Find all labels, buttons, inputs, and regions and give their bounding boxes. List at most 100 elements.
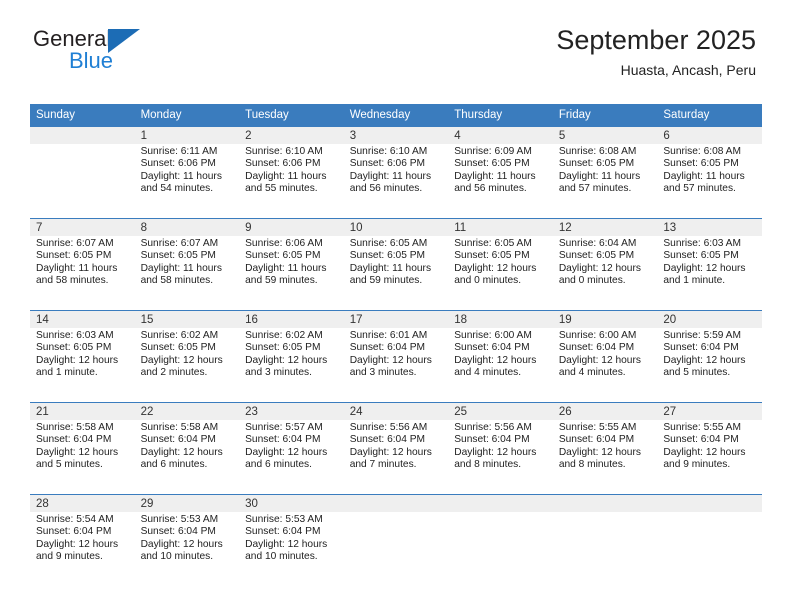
day-number[interactable]: 21 (30, 402, 135, 420)
day-cell[interactable]: Sunrise: 5:53 AM Sunset: 6:04 PM Dayligh… (134, 512, 240, 586)
daylight-text-line2: and 58 minutes. (36, 275, 109, 287)
daylight-text-line1: Daylight: 12 hours (245, 446, 328, 458)
day-cell[interactable]: Sunrise: 5:56 AM Sunset: 6:04 PM Dayligh… (343, 420, 449, 495)
day-number[interactable] (657, 494, 762, 512)
weekday-header-sunday: Sunday (30, 104, 135, 127)
day-number[interactable]: 22 (134, 402, 240, 420)
day-number[interactable] (30, 126, 135, 144)
day-number[interactable]: 27 (657, 402, 762, 420)
day-number[interactable]: 18 (448, 310, 553, 328)
daylight-text-line2: and 7 minutes. (349, 459, 417, 471)
day-number[interactable]: 10 (343, 218, 449, 236)
day-number[interactable]: 9 (239, 218, 344, 236)
day-number[interactable]: 1 (134, 126, 240, 144)
daylight-text-line2: and 4 minutes. (454, 367, 522, 379)
day-cell[interactable]: Sunrise: 6:05 AM Sunset: 6:05 PM Dayligh… (448, 236, 553, 311)
day-cell[interactable]: Sunrise: 5:54 AM Sunset: 6:04 PM Dayligh… (30, 512, 135, 586)
sunset-text: Sunset: 6:05 PM (245, 342, 321, 354)
day-cell[interactable]: Sunrise: 6:09 AM Sunset: 6:05 PM Dayligh… (448, 144, 553, 219)
day-number[interactable] (552, 494, 658, 512)
day-number[interactable]: 8 (134, 218, 240, 236)
day-number[interactable]: 15 (134, 310, 240, 328)
sunset-text: Sunset: 6:06 PM (245, 158, 321, 170)
sunset-text: Sunset: 6:05 PM (558, 250, 635, 262)
sunset-text: Sunset: 6:04 PM (36, 434, 112, 446)
day-cell[interactable]: Sunrise: 6:10 AM Sunset: 6:06 PM Dayligh… (343, 144, 449, 219)
day-number[interactable]: 5 (552, 126, 658, 144)
sunrise-text: Sunrise: 5:56 AM (349, 422, 428, 433)
day-cell[interactable]: Sunrise: 6:01 AM Sunset: 6:04 PM Dayligh… (343, 328, 449, 403)
day-number[interactable]: 17 (343, 310, 449, 328)
day-number[interactable]: 14 (30, 310, 135, 328)
day-number[interactable]: 25 (448, 402, 553, 420)
daylight-text-line1: Daylight: 12 hours (663, 446, 746, 458)
day-number[interactable]: 12 (552, 218, 658, 236)
day-number[interactable]: 26 (552, 402, 658, 420)
day-number[interactable]: 3 (343, 126, 449, 144)
day-cell[interactable]: Sunrise: 5:59 AM Sunset: 6:04 PM Dayligh… (657, 328, 762, 403)
day-cell[interactable]: Sunrise: 5:58 AM Sunset: 6:04 PM Dayligh… (134, 420, 240, 495)
week-2-details: Sunrise: 6:07 AM Sunset: 6:05 PM Dayligh… (30, 236, 762, 311)
daylight-text-line2: and 0 minutes. (558, 275, 626, 287)
day-cell[interactable]: Sunrise: 6:06 AM Sunset: 6:05 PM Dayligh… (239, 236, 344, 311)
day-cell[interactable]: Sunrise: 6:07 AM Sunset: 6:05 PM Dayligh… (30, 236, 135, 311)
day-number[interactable]: 29 (134, 494, 240, 512)
daylight-text-line2: and 55 minutes. (245, 183, 318, 195)
day-cell[interactable]: Sunrise: 6:07 AM Sunset: 6:05 PM Dayligh… (134, 236, 240, 311)
sunset-text: Sunset: 6:04 PM (558, 342, 635, 354)
sunrise-text: Sunrise: 6:01 AM (349, 330, 428, 341)
sunrise-text: Sunrise: 6:03 AM (36, 330, 114, 341)
sunrise-text: Sunrise: 5:54 AM (36, 514, 114, 525)
daylight-text-line2: and 4 minutes. (558, 367, 626, 379)
day-cell[interactable]: Sunrise: 5:56 AM Sunset: 6:04 PM Dayligh… (448, 420, 553, 495)
sunrise-text: Sunrise: 6:05 AM (454, 238, 532, 249)
day-number[interactable]: 19 (552, 310, 658, 328)
day-cell[interactable]: Sunrise: 6:02 AM Sunset: 6:05 PM Dayligh… (134, 328, 240, 403)
day-cell[interactable]: Sunrise: 6:08 AM Sunset: 6:05 PM Dayligh… (657, 144, 762, 219)
day-cell[interactable]: Sunrise: 6:10 AM Sunset: 6:06 PM Dayligh… (239, 144, 344, 219)
day-number[interactable]: 4 (448, 126, 553, 144)
sunset-text: Sunset: 6:05 PM (245, 250, 321, 262)
daylight-text-line1: Daylight: 12 hours (140, 538, 223, 550)
day-cell[interactable]: Sunrise: 6:11 AM Sunset: 6:06 PM Dayligh… (134, 144, 240, 219)
day-cell[interactable]: Sunrise: 5:57 AM Sunset: 6:04 PM Dayligh… (239, 420, 344, 495)
day-cell[interactable]: Sunrise: 5:58 AM Sunset: 6:04 PM Dayligh… (30, 420, 135, 495)
day-cell[interactable]: Sunrise: 5:55 AM Sunset: 6:04 PM Dayligh… (552, 420, 658, 495)
weekday-header-thursday: Thursday (448, 104, 553, 127)
day-number[interactable]: 13 (657, 218, 762, 236)
daylight-text-line1: Daylight: 11 hours (558, 170, 641, 182)
day-cell[interactable]: Sunrise: 6:03 AM Sunset: 6:05 PM Dayligh… (30, 328, 135, 403)
day-cell[interactable]: Sunrise: 6:00 AM Sunset: 6:04 PM Dayligh… (552, 328, 658, 403)
day-number[interactable]: 16 (239, 310, 344, 328)
day-number[interactable]: 28 (30, 494, 135, 512)
day-cell[interactable]: Sunrise: 6:03 AM Sunset: 6:05 PM Dayligh… (657, 236, 762, 311)
daylight-text-line1: Daylight: 12 hours (349, 354, 432, 366)
day-cell-empty (657, 512, 762, 586)
day-cell[interactable]: Sunrise: 5:55 AM Sunset: 6:04 PM Dayligh… (657, 420, 762, 495)
day-cell[interactable]: Sunrise: 6:05 AM Sunset: 6:05 PM Dayligh… (343, 236, 449, 311)
day-cell[interactable]: Sunrise: 6:04 AM Sunset: 6:05 PM Dayligh… (552, 236, 658, 311)
daylight-text-line2: and 0 minutes. (454, 275, 522, 287)
sunset-text: Sunset: 6:04 PM (140, 526, 216, 538)
sunset-text: Sunset: 6:04 PM (245, 526, 321, 538)
day-cell[interactable]: Sunrise: 5:53 AM Sunset: 6:04 PM Dayligh… (239, 512, 344, 586)
sunset-text: Sunset: 6:05 PM (454, 158, 530, 170)
day-number[interactable]: 11 (448, 218, 553, 236)
day-number[interactable]: 20 (657, 310, 762, 328)
day-number[interactable]: 24 (343, 402, 449, 420)
day-number[interactable] (448, 494, 553, 512)
day-number[interactable]: 30 (239, 494, 344, 512)
day-cell[interactable]: Sunrise: 6:00 AM Sunset: 6:04 PM Dayligh… (448, 328, 553, 403)
weekday-header-tuesday: Tuesday (239, 104, 344, 127)
day-number[interactable] (343, 494, 449, 512)
day-cell[interactable]: Sunrise: 6:08 AM Sunset: 6:05 PM Dayligh… (552, 144, 658, 219)
general-blue-logo[interactable]: General Blue (33, 28, 213, 80)
day-number[interactable]: 7 (30, 218, 135, 236)
day-number[interactable]: 2 (239, 126, 344, 144)
daylight-text-line1: Daylight: 12 hours (245, 354, 328, 366)
week-5-daynumbers: 28 29 30 (30, 494, 762, 512)
daylight-text-line2: and 6 minutes. (140, 459, 208, 471)
day-cell[interactable]: Sunrise: 6:02 AM Sunset: 6:05 PM Dayligh… (239, 328, 344, 403)
day-number[interactable]: 23 (239, 402, 344, 420)
day-number[interactable]: 6 (657, 126, 762, 144)
